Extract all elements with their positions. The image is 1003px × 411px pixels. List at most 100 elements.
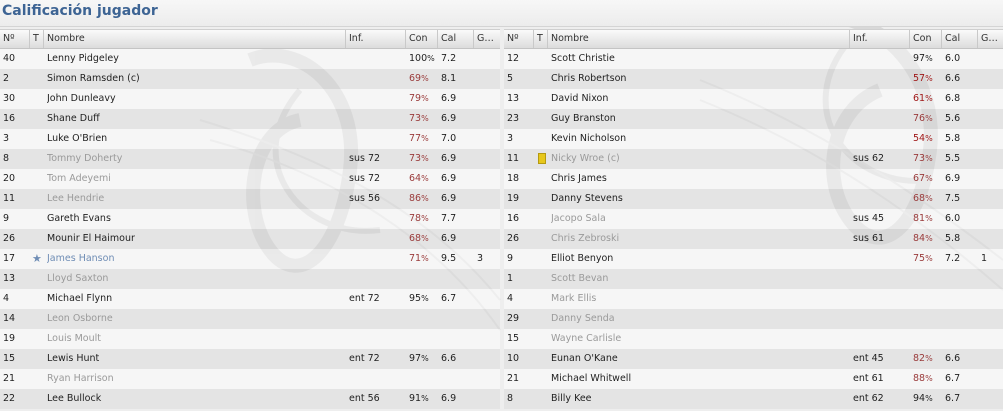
player-goals	[981, 269, 1001, 289]
player-condition	[409, 369, 439, 389]
table-row[interactable]: 14 Leon Osborne	[0, 309, 500, 329]
player-rating	[441, 369, 473, 389]
player-number: 18	[507, 173, 520, 184]
player-goals	[981, 169, 1001, 189]
table-row[interactable]: 23 Guy Branston 76% 5.6	[504, 109, 1003, 129]
table-row[interactable]: 5 Chris Robertson 57% 6.6	[504, 69, 1003, 89]
table-row[interactable]: 9 Gareth Evans 78% 7.7	[0, 209, 500, 229]
table-row[interactable]: 26 Chris Zebroski sus 61 84% 5.8	[504, 229, 1003, 249]
column-header-name[interactable]: Nombre	[44, 30, 346, 48]
percent-sign: %	[925, 234, 933, 243]
table-row[interactable]: 15 Wayne Carlisle	[504, 329, 1003, 349]
column-header-number[interactable]: Nº	[0, 30, 30, 48]
player-info	[853, 169, 909, 189]
table-row[interactable]: 20 Tom Adeyemi sus 72 64% 6.9	[0, 169, 500, 189]
table-header: Nº T Nombre Inf. Con Cal G…	[504, 29, 1003, 49]
column-header-info[interactable]: Inf.	[850, 30, 910, 48]
table-row[interactable]: 4 Michael Flynn ent 72 95% 6.7	[0, 289, 500, 309]
table-row[interactable]: 22 Lee Bullock ent 56 91% 6.9	[0, 389, 500, 409]
player-info	[349, 49, 405, 69]
column-header-number[interactable]: Nº	[504, 30, 534, 48]
player-condition: 94%	[913, 389, 943, 409]
player-goals	[981, 189, 1001, 209]
player-number: 8	[3, 153, 10, 164]
player-info	[349, 89, 405, 109]
player-info: ent 72	[349, 353, 380, 364]
table-row[interactable]: 40 Lenny Pidgeley 100% 7.2	[0, 49, 500, 69]
player-info	[349, 309, 405, 329]
table-row[interactable]: 2 Simon Ramsden (c) 69% 8.1	[0, 69, 500, 89]
table-row[interactable]: 16 Jacopo Sala sus 45 81% 6.0	[504, 209, 1003, 229]
player-condition: 78%	[409, 209, 439, 229]
player-rating	[945, 309, 977, 329]
player-goals	[981, 149, 1001, 169]
column-header-type[interactable]: T	[30, 30, 44, 48]
player-rating: 8.1	[441, 73, 457, 84]
table-row[interactable]: 4 Mark Ellis	[504, 289, 1003, 309]
player-condition: 57%	[913, 69, 943, 89]
player-condition: 69%	[409, 69, 439, 89]
column-header-condition[interactable]: Con	[406, 30, 438, 48]
table-row[interactable]: 9 Elliot Benyon 75% 7.2 1	[504, 249, 1003, 269]
table-row[interactable]: 21 Michael Whitwell ent 61 88% 6.7	[504, 369, 1003, 389]
player-goals	[981, 309, 1001, 329]
player-rating: 6.9	[441, 173, 457, 184]
column-header-condition[interactable]: Con	[910, 30, 942, 48]
table-row[interactable]: 26 Mounir El Haimour 68% 6.9	[0, 229, 500, 249]
column-header-name[interactable]: Nombre	[548, 30, 850, 48]
player-number: 20	[3, 173, 16, 184]
table-row[interactable]: 17 ★ James Hanson 71% 9.5 3	[0, 249, 500, 269]
column-header-rating[interactable]: Cal	[438, 30, 474, 48]
table-row[interactable]: 19 Louis Moult	[0, 329, 500, 349]
condition-value: 73	[913, 153, 926, 164]
column-header-rating[interactable]: Cal	[942, 30, 978, 48]
player-rating: 6.9	[441, 233, 457, 244]
column-header-goals[interactable]: G…	[978, 30, 1003, 48]
condition-value: 54	[913, 133, 926, 144]
column-header-info[interactable]: Inf.	[346, 30, 406, 48]
condition-value: 88	[913, 373, 926, 384]
table-row[interactable]: 21 Ryan Harrison	[0, 369, 500, 389]
player-goals	[477, 149, 497, 169]
player-condition: 97%	[913, 49, 943, 69]
table-row[interactable]: 8 Billy Kee ent 62 94% 6.7	[504, 389, 1003, 409]
condition-value: 76	[913, 113, 926, 124]
player-condition	[409, 309, 439, 329]
player-goals: 3	[477, 253, 484, 264]
table-row[interactable]: 13 Lloyd Saxton	[0, 269, 500, 289]
percent-sign: %	[925, 154, 933, 163]
table-row[interactable]: 18 Chris James 67% 6.9	[504, 169, 1003, 189]
condition-value: 57	[913, 73, 926, 84]
player-condition: 95%	[409, 289, 439, 309]
table-row[interactable]: 29 Danny Senda	[504, 309, 1003, 329]
player-goals	[981, 229, 1001, 249]
table-row[interactable]: 30 John Dunleavy 79% 6.9	[0, 89, 500, 109]
player-number: 16	[507, 213, 520, 224]
player-rating: 6.9	[945, 173, 961, 184]
player-goals	[981, 289, 1001, 309]
player-info: sus 72	[349, 173, 381, 184]
table-row[interactable]: 12 Scott Christie 97% 6.0	[504, 49, 1003, 69]
table-row[interactable]: 13 David Nixon 61% 6.8	[504, 89, 1003, 109]
player-rating: 6.0	[945, 213, 961, 224]
player-name: Shane Duff	[47, 113, 100, 124]
table-row[interactable]: 8 Tommy Doherty sus 72 73% 6.9	[0, 149, 500, 169]
table-row[interactable]: 11 Lee Hendrie sus 56 86% 6.9	[0, 189, 500, 209]
table-row[interactable]: 1 Scott Bevan	[504, 269, 1003, 289]
player-number: 13	[507, 93, 520, 104]
table-row[interactable]: 16 Shane Duff 73% 6.9	[0, 109, 500, 129]
player-condition: 75%	[913, 249, 943, 269]
player-name: Scott Bevan	[551, 273, 609, 284]
table-row[interactable]: 10 Eunan O'Kane ent 45 82% 6.6	[504, 349, 1003, 369]
column-header-goals[interactable]: G…	[474, 30, 500, 48]
table-row[interactable]: 19 Danny Stevens 68% 7.5	[504, 189, 1003, 209]
table-row[interactable]: 11 Nicky Wroe (c) sus 62 73% 5.5	[504, 149, 1003, 169]
percent-sign: %	[925, 354, 933, 363]
condition-value: 61	[913, 93, 926, 104]
player-info	[853, 309, 909, 329]
player-name: Lewis Hunt	[47, 353, 100, 364]
table-row[interactable]: 3 Luke O'Brien 77% 7.0	[0, 129, 500, 149]
column-header-type[interactable]: T	[534, 30, 548, 48]
table-row[interactable]: 3 Kevin Nicholson 54% 5.8	[504, 129, 1003, 149]
table-row[interactable]: 15 Lewis Hunt ent 72 97% 6.6	[0, 349, 500, 369]
